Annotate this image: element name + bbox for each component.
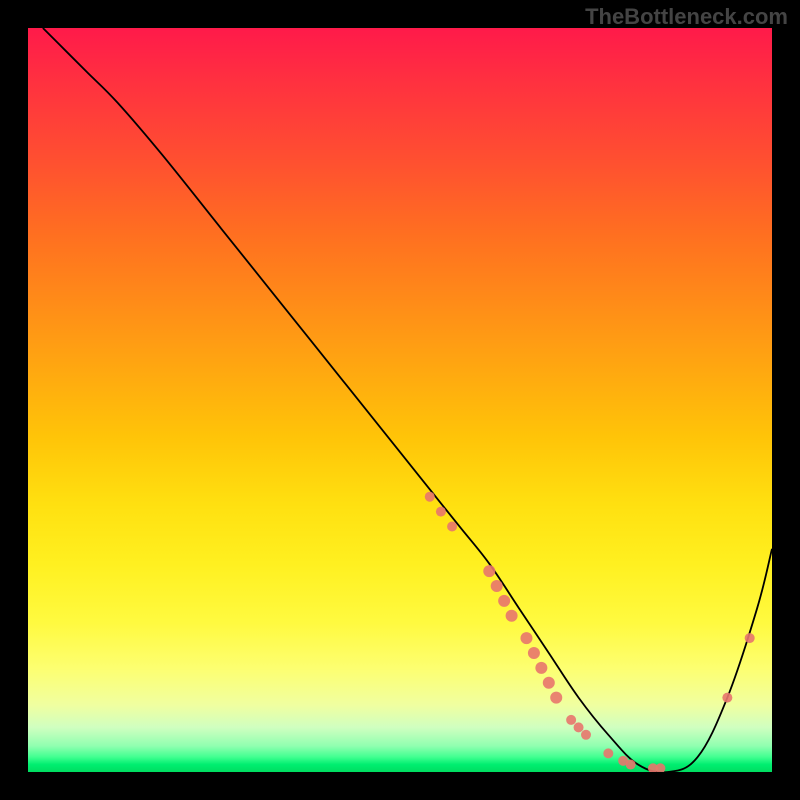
watermark-text: TheBottleneck.com [585, 4, 788, 30]
scatter-dot [722, 693, 732, 703]
scatter-dot [447, 521, 457, 531]
scatter-dot [543, 677, 555, 689]
plot-area [28, 28, 772, 772]
scatter-dot [520, 632, 532, 644]
scatter-dot [574, 722, 584, 732]
scatter-dot [626, 760, 636, 770]
scatter-dot [498, 595, 510, 607]
scatter-dot [566, 715, 576, 725]
scatter-dot [581, 730, 591, 740]
scatter-dot [535, 662, 547, 674]
scatter-dot [491, 580, 503, 592]
scatter-dot [506, 610, 518, 622]
scatter-dots-group [425, 492, 755, 772]
scatter-dot [603, 748, 613, 758]
scatter-dot [528, 647, 540, 659]
curve-svg [28, 28, 772, 772]
scatter-dot [436, 507, 446, 517]
scatter-dot [483, 565, 495, 577]
scatter-dot [425, 492, 435, 502]
scatter-dot [745, 633, 755, 643]
bottleneck-curve [43, 28, 772, 772]
scatter-dot [655, 763, 665, 772]
scatter-dot [550, 692, 562, 704]
